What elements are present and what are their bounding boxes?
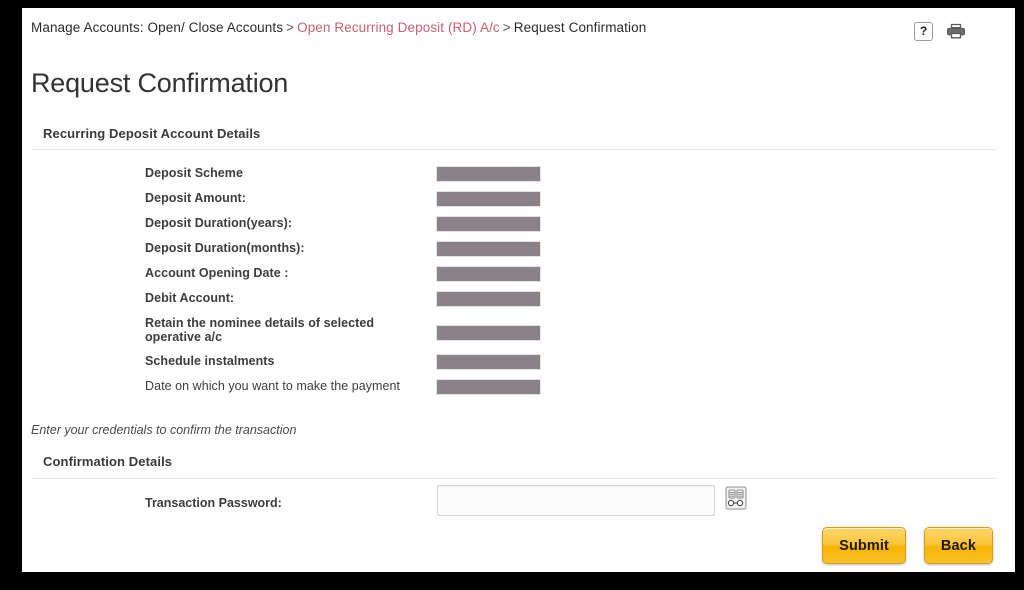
redacted-value — [436, 325, 541, 341]
back-button[interactable]: Back — [923, 527, 993, 564]
field-label: Debit Account: — [145, 291, 235, 305]
redacted-value — [436, 241, 541, 257]
redacted-value — [436, 266, 541, 282]
help-icon-label: ? — [919, 24, 928, 38]
field-label: Date on which you want to make the payme… — [145, 379, 401, 393]
table-row: Schedule instalments — [22, 354, 1015, 379]
table-row: Account Opening Date : — [22, 266, 1015, 291]
recurring-deposit-details-list: Deposit Scheme Deposit Amount: Deposit D… — [22, 166, 1015, 404]
page-title: Request Confirmation — [31, 68, 289, 98]
field-label: Deposit Scheme — [145, 166, 243, 180]
table-row: Deposit Scheme — [22, 166, 1015, 191]
credentials-note: Enter your credentials to confirm the tr… — [31, 423, 297, 437]
redacted-value — [436, 216, 541, 232]
table-row: Retain the nominee details of selected o… — [22, 316, 1015, 354]
breadcrumb-separator-2: > — [502, 20, 511, 35]
submit-button[interactable]: Submit — [822, 527, 906, 564]
print-icon[interactable] — [945, 21, 967, 41]
redacted-value — [436, 166, 541, 182]
action-buttons: Submit Back — [822, 527, 993, 564]
details-section-divider — [31, 149, 997, 150]
breadcrumb-current: Request Confirmation — [513, 20, 647, 35]
breadcrumb-separator-1: > — [286, 20, 295, 35]
page-content: Manage Accounts: Open/ Close Accounts > Op… — [22, 8, 1015, 572]
window-frame: Manage Accounts: Open/ Close Accounts > Op… — [0, 0, 1024, 590]
redacted-value — [436, 354, 541, 370]
transaction-password-input[interactable] — [437, 485, 715, 516]
transaction-password-label: Transaction Password: — [145, 496, 282, 510]
help-icon[interactable]: ? — [914, 21, 933, 41]
field-label: Deposit Duration(years): — [145, 216, 293, 230]
table-row: Debit Account: — [22, 291, 1015, 316]
virtual-keyboard-icon[interactable] — [724, 485, 748, 511]
table-row: Deposit Amount: — [22, 191, 1015, 216]
redacted-value — [436, 379, 541, 395]
confirmation-section-heading: Confirmation Details — [43, 454, 173, 469]
table-row: Deposit Duration(years): — [22, 216, 1015, 241]
field-label: Account Opening Date : — [145, 266, 289, 280]
field-label: Schedule instalments — [145, 354, 275, 368]
breadcrumb-link-open-rd-account[interactable]: Open Recurring Deposit (RD) A/c — [297, 20, 500, 35]
breadcrumb-root[interactable]: Manage Accounts: Open/ Close Accounts — [31, 20, 283, 35]
table-row: Date on which you want to make the payme… — [22, 379, 1015, 404]
field-label: Retain the nominee details of selected o… — [145, 316, 375, 344]
toolbar-icons: ? — [914, 21, 967, 41]
breadcrumb: Manage Accounts: Open/ Close Accounts > Op… — [31, 20, 646, 35]
field-label: Deposit Amount: — [145, 191, 246, 205]
redacted-value — [436, 191, 541, 207]
field-label: Deposit Duration(months): — [145, 241, 305, 255]
redacted-value — [436, 291, 541, 307]
details-section-heading: Recurring Deposit Account Details — [43, 126, 261, 141]
table-row: Deposit Duration(months): — [22, 241, 1015, 266]
confirmation-section-divider — [31, 478, 997, 479]
